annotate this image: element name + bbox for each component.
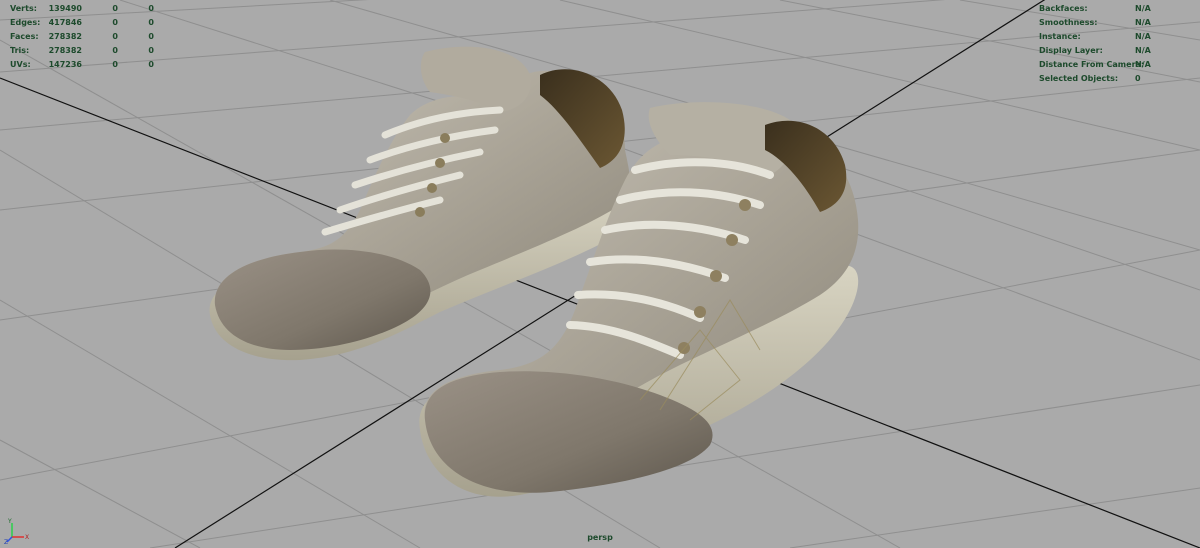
- hud-label: Edges:: [10, 18, 41, 27]
- poly-count-hud: Verts: 139490 0 0 Edges: 417846 0 0 Face…: [10, 2, 154, 72]
- hud-value: 0: [112, 4, 118, 13]
- hud-value: 0: [148, 18, 154, 27]
- hud-value: 0: [112, 18, 118, 27]
- hud-value: 278382: [48, 32, 82, 41]
- hud-row-instance: Instance: N/A: [1039, 30, 1165, 44]
- hud-row-distance: Distance From Camera: N/A: [1039, 58, 1165, 72]
- hud-row-verts: Verts: 139490 0 0: [10, 2, 154, 16]
- hud-label: Smoothness:: [1039, 18, 1098, 27]
- hud-label: Selected Objects:: [1039, 74, 1119, 83]
- hud-label: Tris:: [10, 46, 30, 55]
- hud-value: N/A: [1135, 46, 1151, 55]
- hud-label: Distance From Camera:: [1039, 60, 1145, 69]
- hud-value: 0: [112, 46, 118, 55]
- hud-value: 0: [112, 32, 118, 41]
- hud-row-smoothness: Smoothness: N/A: [1039, 16, 1165, 30]
- hud-value: 417846: [48, 18, 82, 27]
- hud-value: 278382: [48, 46, 82, 55]
- object-details-hud: Backfaces: N/A Smoothness: N/A Instance:…: [1039, 2, 1165, 86]
- hud-row-faces: Faces: 278382 0 0: [10, 30, 154, 44]
- hud-row-uvs: UVs: 147236 0 0: [10, 58, 154, 72]
- hud-value: 0: [148, 32, 154, 41]
- maya-perspective-viewport[interactable]: Verts: 139490 0 0 Edges: 417846 0 0 Face…: [0, 0, 1200, 548]
- hud-row-backfaces: Backfaces: N/A: [1039, 2, 1165, 16]
- hud-label: Faces:: [10, 32, 39, 41]
- hud-value: N/A: [1135, 60, 1151, 69]
- left-sneaker: [209, 46, 638, 361]
- sneakers-model[interactable]: [0, 0, 1200, 548]
- hud-value: 0: [148, 4, 154, 13]
- hud-value: N/A: [1135, 32, 1151, 41]
- hud-row-display-layer: Display Layer: N/A: [1039, 44, 1165, 58]
- hud-label: Verts:: [10, 4, 37, 13]
- camera-name-label: persp: [587, 533, 613, 542]
- hud-label: UVs:: [10, 60, 31, 69]
- hud-row-edges: Edges: 417846 0 0: [10, 16, 154, 30]
- hud-value: 0: [1135, 74, 1141, 83]
- hud-value: 147236: [48, 60, 82, 69]
- hud-label: Display Layer:: [1039, 46, 1103, 55]
- hud-row-selected-objects: Selected Objects: 0: [1039, 72, 1165, 86]
- hud-value: N/A: [1135, 4, 1151, 13]
- hud-value: 0: [112, 60, 118, 69]
- hud-value: 0: [148, 60, 154, 69]
- hud-label: Backfaces:: [1039, 4, 1088, 13]
- axis-y-label: Y: [7, 518, 12, 525]
- hud-value: N/A: [1135, 18, 1151, 27]
- hud-value: 0: [148, 46, 154, 55]
- hud-label: Instance:: [1039, 32, 1081, 41]
- hud-row-tris: Tris: 278382 0 0: [10, 44, 154, 58]
- hud-value: 139490: [48, 4, 82, 13]
